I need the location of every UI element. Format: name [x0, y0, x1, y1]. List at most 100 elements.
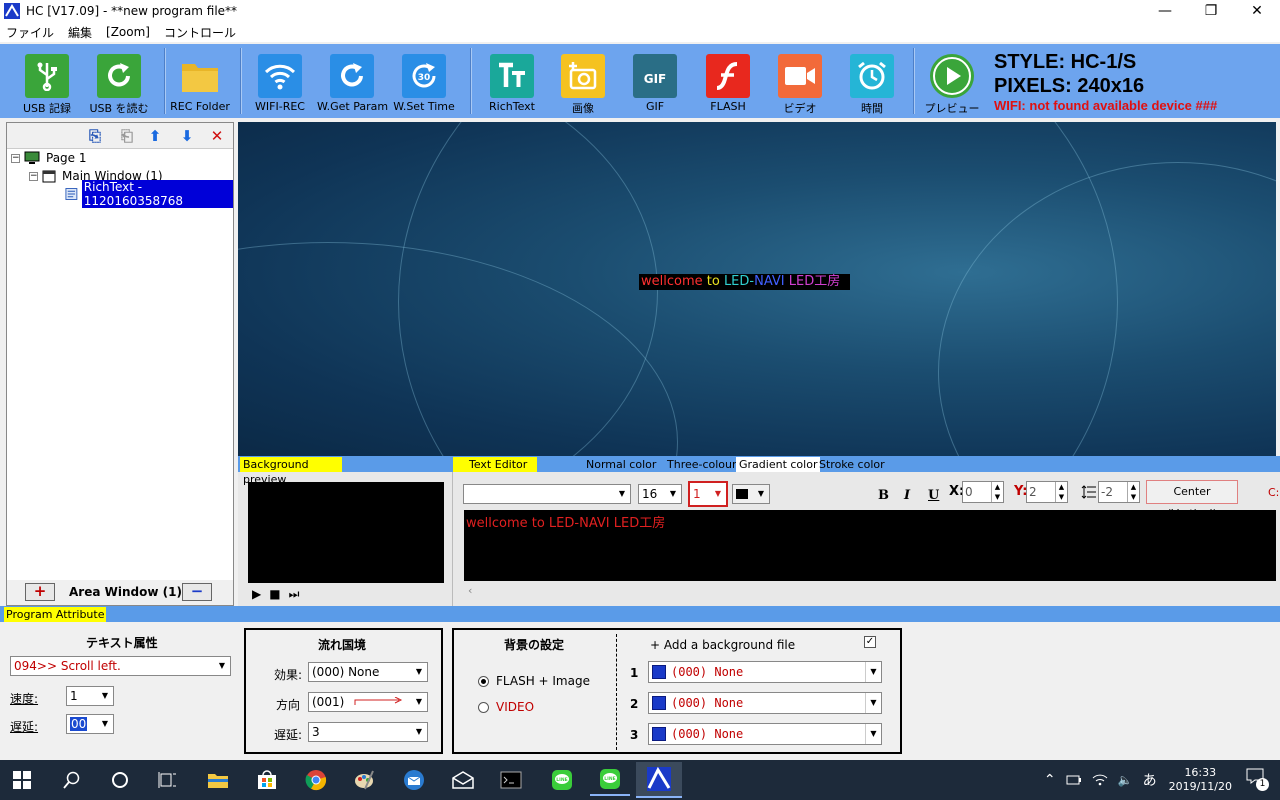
bg-file-select-3[interactable]: (000) None ▼ — [648, 723, 882, 745]
gif-label: GIF — [645, 100, 665, 113]
tab-three-colour[interactable]: Three-colour — [667, 457, 737, 472]
italic-button[interactable]: I — [904, 488, 910, 503]
tab-text-editor[interactable]: Text Editor — [453, 457, 537, 472]
paste-icon[interactable]: ⎗ — [117, 126, 137, 146]
ime-indicator[interactable]: あ — [1143, 770, 1157, 790]
gradient-select[interactable]: 1 ▼ — [688, 481, 728, 507]
task-view-icon[interactable] — [148, 764, 188, 796]
play-button[interactable]: ▶ — [252, 587, 261, 602]
thunderbird-icon[interactable] — [394, 764, 434, 796]
background-preview-box — [248, 482, 444, 583]
wifi-set-time-button[interactable]: 30 W.Set Time — [389, 50, 459, 116]
hc-app-taskbar-icon[interactable] — [636, 762, 682, 798]
cortana-icon[interactable] — [100, 764, 140, 796]
store-icon[interactable] — [247, 764, 287, 796]
remove-area-button[interactable]: − — [182, 583, 212, 601]
rich-text-editor[interactable]: wellcome to LED-NAVI LED工房 — [464, 510, 1276, 581]
tree-richtext-node[interactable]: RichText - 1120160358768 — [65, 180, 233, 208]
mail-icon[interactable] — [443, 764, 483, 796]
spinner-arrows-icon[interactable]: ▲ ▼ — [991, 482, 1003, 502]
line-app-active-icon[interactable]: LINE — [590, 764, 630, 796]
line-spacing-spinner[interactable]: -2 ▲ ▼ — [1098, 481, 1140, 503]
x-offset-spinner[interactable]: 0 ▲ ▼ — [962, 481, 1004, 503]
y-offset-spinner[interactable]: 2 ▲ ▼ — [1026, 481, 1068, 503]
tab-program-attribute[interactable]: Program Attribute — [4, 607, 107, 622]
image-button[interactable]: 画像 — [548, 50, 618, 116]
font-size-value: 16 — [642, 487, 658, 501]
y-value: 2 — [1029, 485, 1037, 499]
flash-button[interactable]: FLASH — [693, 50, 763, 116]
bg-file-select-2[interactable]: (000) None ▼ — [648, 692, 882, 714]
wifi-get-param-button[interactable]: W.Get Param — [317, 50, 388, 116]
spinner-arrows-icon[interactable]: ▲ ▼ — [1127, 482, 1139, 502]
menu-file[interactable]: ファイル — [6, 24, 54, 41]
speed-select[interactable]: 1 ▼ — [66, 686, 114, 706]
preview-button[interactable]: プレビュー — [917, 50, 987, 116]
tab-gradient-color[interactable]: Gradient color — [736, 457, 821, 472]
scroll-left-icon[interactable]: ‹ — [468, 584, 472, 597]
add-area-button[interactable]: + — [25, 583, 55, 601]
move-down-icon[interactable]: ⬇ — [177, 126, 197, 146]
chrome-icon[interactable] — [296, 764, 336, 796]
paint-icon[interactable] — [344, 764, 384, 796]
delete-icon[interactable]: ✕ — [207, 126, 227, 146]
notification-icon[interactable]: 1 — [1246, 768, 1270, 792]
radio-video[interactable] — [478, 702, 489, 713]
wifi-tray-icon[interactable] — [1092, 773, 1108, 787]
copy-icon[interactable]: ⎘ — [85, 126, 105, 146]
radio-flash-image[interactable] — [478, 676, 489, 687]
tab-background-preview[interactable]: Background preview — [240, 457, 342, 486]
tab-stroke-color[interactable]: Stroke color — [819, 457, 885, 472]
add-background-label: + Add a background file — [650, 638, 796, 652]
gif-button[interactable]: GIF GIF — [620, 50, 690, 116]
line-app-icon[interactable]: LINE — [542, 764, 582, 796]
play-icon — [930, 54, 974, 98]
text-effect-select[interactable]: 094>> Scroll left. ▼ — [10, 656, 231, 676]
menu-edit[interactable]: 編集 — [68, 24, 92, 41]
bg-file-select-1[interactable]: (000) None ▼ — [648, 661, 882, 683]
terminal-icon[interactable] — [491, 764, 531, 796]
direction-select[interactable]: (001) ▼ — [308, 692, 428, 712]
usb-read-button[interactable]: USB を読む — [84, 50, 154, 116]
battery-icon[interactable] — [1066, 773, 1082, 787]
collapse-icon[interactable]: − — [11, 153, 20, 163]
richtext-button[interactable]: RichText — [477, 50, 547, 116]
led-text-area[interactable]: wellcome to LED-NAVI LED工房 — [639, 274, 851, 290]
clock-button[interactable]: 時間 — [837, 50, 907, 116]
close-button[interactable]: ✕ — [1234, 0, 1280, 22]
windows-start-icon[interactable] — [2, 764, 42, 796]
usb-record-button[interactable]: USB 記録 — [12, 50, 82, 116]
font-size-select[interactable]: 16 ▼ — [638, 484, 682, 504]
underline-button[interactable]: U — [928, 488, 939, 503]
clock[interactable]: 16:33 2019/11/20 — [1169, 766, 1232, 794]
border-delay-select[interactable]: 3 ▼ — [308, 722, 428, 742]
wifi-rec-button[interactable]: WIFI-REC — [245, 50, 315, 116]
tree-page-node[interactable]: − Page 1 — [11, 149, 87, 167]
text-color-picker[interactable]: ▼ — [732, 484, 770, 504]
border-effect-select[interactable]: (000) None ▼ — [308, 662, 428, 682]
video-button[interactable]: ビデオ — [765, 50, 835, 116]
delay-select[interactable]: 00 ▼ — [66, 714, 114, 734]
add-background-checkbox[interactable]: ✓ — [864, 636, 876, 648]
collapse-icon[interactable]: − — [29, 171, 38, 181]
font-name-select[interactable]: ▼ — [463, 484, 631, 504]
menu-zoom[interactable]: [Zoom] — [106, 25, 150, 39]
toolbar: USB 記録 USB を読む REC Folder WIFI-REC W.Get… — [0, 44, 1280, 118]
bg-file-value: (000) None — [671, 696, 744, 710]
menu-control[interactable]: コントロール — [164, 24, 236, 41]
radio-flash-image-label: FLASH + Image — [496, 674, 590, 688]
bold-button[interactable]: B — [878, 488, 889, 503]
rec-folder-button[interactable]: REC Folder — [165, 50, 235, 116]
center-vertical-button[interactable]: Center (Vertical) — [1146, 480, 1238, 520]
search-icon[interactable] — [52, 764, 92, 796]
stop-button[interactable]: ■ — [269, 587, 280, 602]
next-button[interactable]: ⏭ — [289, 587, 300, 602]
spinner-arrows-icon[interactable]: ▲ ▼ — [1055, 482, 1067, 502]
chevron-up-icon[interactable]: ⌃ — [1044, 772, 1056, 788]
tab-normal-color[interactable]: Normal color — [586, 457, 656, 472]
move-up-icon[interactable]: ⬆ — [145, 126, 165, 146]
volume-icon[interactable]: 🔈 — [1118, 773, 1133, 787]
file-explorer-icon[interactable] — [198, 764, 238, 796]
maximize-button[interactable]: ❐ — [1188, 0, 1234, 22]
minimize-button[interactable]: — — [1142, 0, 1188, 22]
